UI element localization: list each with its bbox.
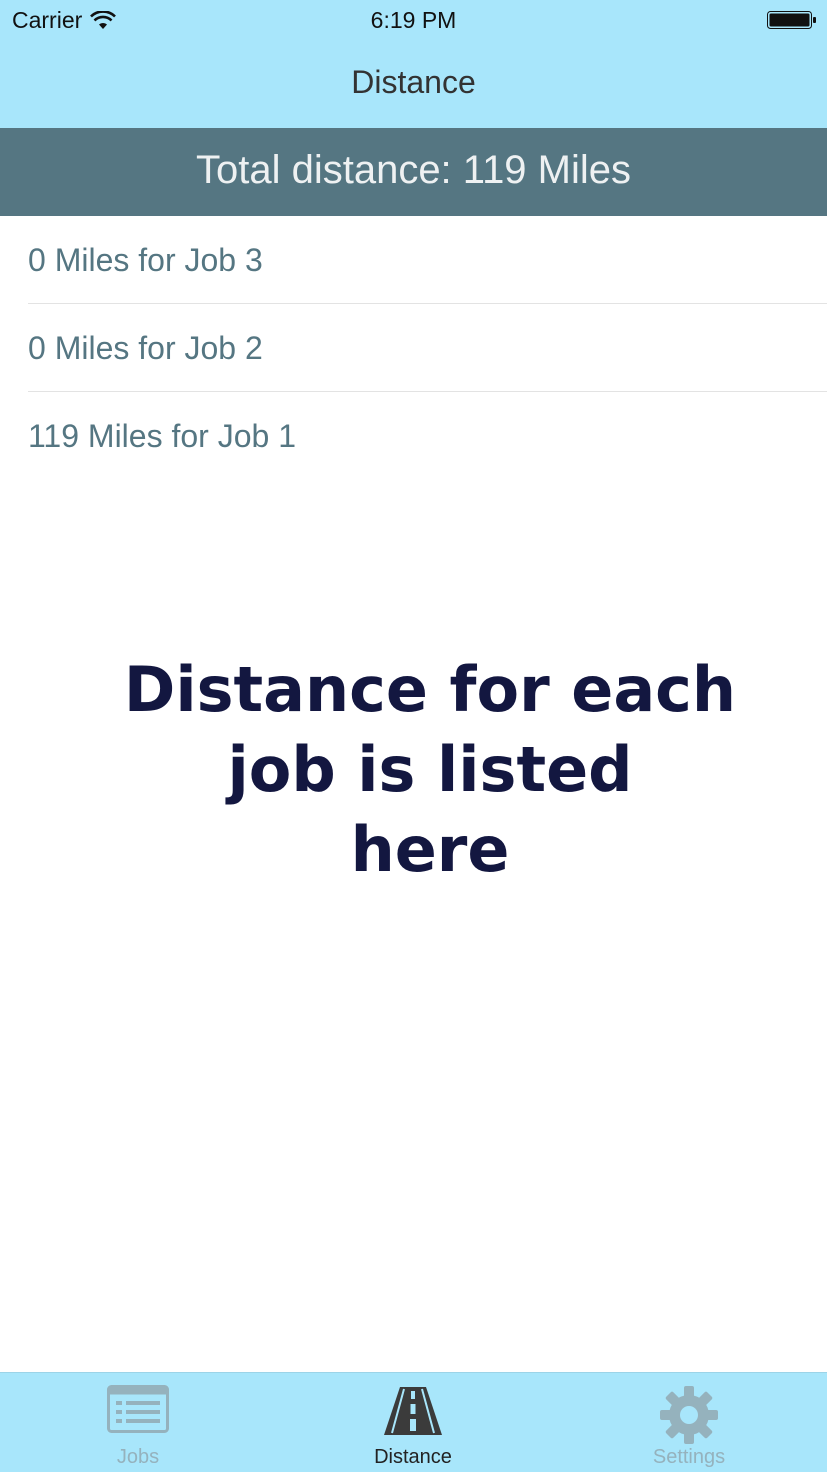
navigation-bar: Distance <box>0 40 827 128</box>
job-distance-label: 119 Miles for Job 1 <box>28 418 296 454</box>
list-item[interactable]: 0 Miles for Job 3 <box>28 216 827 304</box>
battery-icon <box>767 11 816 29</box>
tab-label: Settings <box>652 1446 726 1468</box>
job-distance-label: 0 Miles for Job 2 <box>28 330 263 366</box>
total-distance-label: Total distance: 119 Miles <box>195 148 632 192</box>
status-time: 6:19 PM <box>370 7 457 33</box>
total-distance-banner: Total distance: 119 Miles <box>0 128 827 216</box>
page-title: Distance <box>351 64 476 100</box>
list-icon <box>107 1385 169 1433</box>
job-distance-label: 0 Miles for Job 3 <box>28 242 263 278</box>
road-icon <box>384 1387 442 1435</box>
list-item[interactable]: 119 Miles for Job 1 <box>28 392 827 479</box>
status-bar: Carrier 6:19 PM <box>0 0 827 40</box>
job-distance-list: 0 Miles for Job 3 0 Miles for Job 2 119 … <box>0 216 827 479</box>
list-item[interactable]: 0 Miles for Job 2 <box>28 304 827 392</box>
tab-bar: Jobs Distance Settings <box>0 1372 827 1472</box>
tab-distance[interactable]: Distance <box>275 1373 551 1472</box>
tab-jobs[interactable]: Jobs <box>0 1373 276 1472</box>
tab-label: Jobs <box>116 1446 160 1468</box>
tab-label: Distance <box>374 1446 452 1468</box>
tab-settings[interactable]: Settings <box>551 1373 827 1472</box>
gear-icon <box>660 1386 718 1444</box>
tutorial-annotation: Distance for each job is listed here <box>123 653 737 886</box>
